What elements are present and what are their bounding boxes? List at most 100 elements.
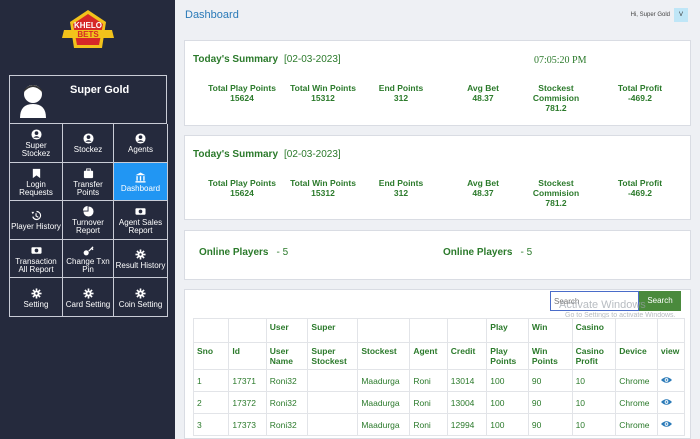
table-cell: Chrome [615, 369, 658, 392]
column-header-top: Super [307, 318, 359, 343]
stat-label: Total Profit [617, 178, 663, 188]
table-cell: Maadurga [357, 413, 411, 436]
stat-value: 312 [393, 188, 409, 198]
online-players-right: Online Players - 5 [443, 247, 532, 258]
table-cell: Roni32 [265, 413, 309, 436]
summary-stat: Total Win Points 15312 [288, 83, 358, 103]
stat-value: 15312 [311, 188, 335, 198]
column-header-top [615, 318, 658, 343]
sidebar-item-turnover-report[interactable]: Turnover Report [63, 201, 114, 240]
sidebar-item-card-setting[interactable]: Card Setting [63, 278, 114, 317]
summary-card-2: Today's Summary [02-03-2023] Total Play P… [184, 135, 691, 220]
column-header: Win Points [527, 342, 573, 370]
sidebar-item-label: Transaction All Report [15, 257, 57, 275]
table-cell: 17372 [228, 391, 267, 414]
gear-icon [30, 288, 42, 299]
table-cell: 1 [192, 369, 230, 392]
column-header: Sno [192, 342, 230, 370]
sidebar-item-setting[interactable]: Setting [10, 278, 63, 317]
column-header-top: Play [486, 318, 529, 343]
stat-value: 15624 [230, 93, 254, 103]
summary-stat: End Points 312 [366, 178, 436, 198]
online-players-label: Online Players [199, 247, 269, 258]
svg-text:KHELO: KHELO [74, 21, 102, 30]
column-header-top: Win [527, 318, 573, 343]
table-cell: 2 [192, 391, 230, 414]
summary-stat: End Points 312 [366, 83, 436, 103]
khelo-bets-logo[interactable]: KHELO BETS [58, 8, 118, 56]
table-cell: 13004 [446, 391, 488, 414]
user-menu-button[interactable]: V [674, 8, 688, 22]
column-header-top: Casino [571, 318, 617, 343]
summary-stat: Total Profit -469.2 [605, 178, 675, 198]
column-header: view [656, 342, 686, 370]
sidebar-item-label: Stockez [73, 145, 103, 155]
online-players-label: Online Players [443, 247, 513, 258]
sidebar-item-dashboard[interactable]: Dashboard [114, 162, 168, 202]
sidebar: KHELO BETS Super Gold Super Stockez Stock… [0, 0, 175, 439]
eye-icon[interactable] [660, 420, 672, 428]
summary-stat: Total Profit -469.2 [605, 83, 675, 103]
table-cell: Roni [409, 391, 448, 414]
summary-stat: Avg Bet 48.37 [448, 178, 518, 198]
gear-icon [135, 249, 146, 260]
column-header: Play Points [486, 342, 529, 370]
key-icon [83, 246, 94, 256]
table-cell: 90 [527, 391, 573, 414]
stat-value: 15312 [311, 93, 335, 103]
column-header: Casino Profit [571, 342, 617, 370]
stat-value: 781.2 [545, 103, 567, 113]
sidebar-item-transfer-points[interactable]: Transfer Points [63, 162, 114, 202]
user-circle-icon [135, 133, 146, 144]
table-cell: Maadurga [357, 391, 411, 414]
sidebar-item-result-history[interactable]: Result History [114, 239, 168, 279]
summary-heading: Today's Summary [02-03-2023] [193, 149, 341, 160]
pie-chart-icon [82, 206, 94, 218]
column-header: Id [228, 342, 267, 370]
table-cell: 3 [192, 413, 230, 436]
table-cell: 17371 [228, 369, 267, 392]
table-cell [307, 413, 359, 436]
stat-value: 15624 [230, 188, 254, 198]
stat-value: 48.37 [472, 93, 494, 103]
view-cell [656, 369, 686, 392]
sidebar-item-stockez[interactable]: Stockez [63, 124, 114, 163]
sidebar-item-player-history[interactable]: Player History [10, 201, 63, 240]
column-header: User Name [265, 342, 309, 370]
summary-card-1: Today's Summary [02-03-2023] 07:05:20 PM … [184, 40, 691, 126]
bookmark-icon [32, 168, 40, 178]
sidebar-item-agent-sales-report[interactable]: Agent Sales Report [114, 201, 168, 240]
sidebar-item-login-requests[interactable]: Login Requests [10, 162, 63, 202]
sidebar-item-agents[interactable]: Agents [114, 124, 168, 163]
online-players-left: Online Players - 5 [199, 247, 288, 258]
eye-icon[interactable] [660, 398, 672, 406]
view-cell [656, 413, 686, 436]
stat-value: 781.2 [545, 198, 567, 208]
table-cell [307, 369, 359, 392]
column-header-top [192, 318, 230, 343]
eye-icon[interactable] [660, 376, 672, 384]
sidebar-item-label: Player History [11, 222, 61, 232]
stat-value: -469.2 [627, 188, 653, 198]
sidebar-item-label: Agent Sales Report [118, 218, 163, 236]
players-table: User Super Play Win Casino Sno Id User Name Sup… [192, 318, 686, 436]
briefcase-icon [83, 168, 93, 178]
user-circle-icon [30, 129, 42, 140]
table-row: 2 17372 Roni32 Maadurga Roni 13004 100 90 10 Chro… [192, 391, 686, 414]
sidebar-item-label: Transfer Points [73, 179, 103, 197]
avatar-icon [18, 82, 48, 118]
column-header: Device [615, 342, 658, 370]
sidebar-item-transaction-all-report[interactable]: Transaction All Report [10, 239, 63, 279]
user-circle-icon [82, 133, 94, 144]
stat-label: Avg Bet [467, 178, 499, 188]
sidebar-item-super-stockez[interactable]: Super Stockez [10, 124, 63, 163]
profile-user-name: Super Gold [70, 84, 130, 96]
sidebar-item-coin-setting[interactable]: Coin Setting [114, 278, 168, 317]
bank-icon [135, 172, 146, 183]
sidebar-item-label: Turnover Report [72, 218, 104, 236]
players-table-card: Search Activate Windows Go to Settings t… [184, 289, 691, 439]
online-players-count: - 5 [276, 247, 289, 258]
history-icon [30, 211, 41, 221]
sidebar-item-change-txn-pin[interactable]: Change Txn Pin [63, 239, 114, 279]
sidebar-item-label: Login Requests [19, 179, 53, 197]
